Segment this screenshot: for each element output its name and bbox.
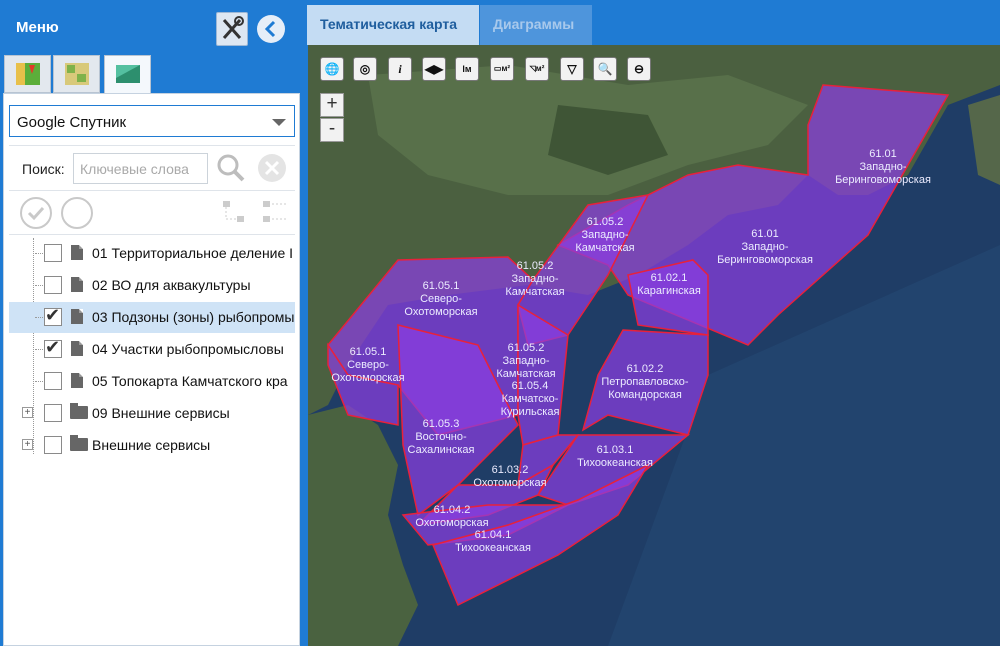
right-panel: Тематическая карта Диаграммы 61.01 Запад… bbox=[303, 0, 1000, 646]
layer-label: 04 Участки рыбопромысловы bbox=[92, 341, 284, 357]
tree-expand-icon bbox=[223, 201, 244, 222]
search-area: Поиск: bbox=[9, 145, 295, 191]
globe-icon[interactable]: 🌐 bbox=[320, 57, 344, 81]
zoom-out-button[interactable]: - bbox=[320, 118, 344, 142]
tree-connector bbox=[35, 381, 43, 382]
zoom-reset-icon[interactable]: ⊖ bbox=[627, 57, 651, 81]
search-input[interactable] bbox=[73, 153, 208, 184]
chevron-down-icon bbox=[272, 119, 286, 126]
pan-icon[interactable]: ◀▶ bbox=[422, 57, 446, 81]
tab-layers[interactable] bbox=[104, 55, 151, 94]
layer-label: 02 ВО для аквакультуры bbox=[92, 277, 251, 293]
uncheck-all-button[interactable] bbox=[61, 197, 93, 229]
close-icon bbox=[258, 154, 286, 182]
tab-atlas[interactable] bbox=[53, 55, 100, 93]
collapse-panel-button[interactable] bbox=[257, 15, 285, 43]
layer-label: 05 Топокарта Камчатского кра bbox=[92, 373, 288, 389]
app-window: Меню Google Спутник Поиск: Ключевые слов… bbox=[0, 0, 1000, 646]
tree-row-09[interactable]: + 09 Внешние сервисы bbox=[9, 398, 295, 429]
layer-checkbox[interactable] bbox=[44, 305, 62, 326]
layer-checkbox[interactable] bbox=[44, 276, 62, 294]
search-button[interactable] bbox=[215, 152, 247, 184]
expand-tree-button[interactable] bbox=[219, 197, 249, 227]
left-panel: Меню Google Спутник Поиск: Ключевые слов… bbox=[0, 0, 303, 646]
document-icon bbox=[71, 341, 83, 356]
layer-tree: 01 Территориальное деление I 02 ВО для а… bbox=[9, 238, 295, 638]
info-icon[interactable]: i bbox=[388, 57, 412, 81]
check-all-button[interactable] bbox=[20, 197, 52, 229]
map-icon bbox=[16, 63, 40, 85]
measure-area-icon[interactable]: ▭м² bbox=[490, 57, 514, 81]
tab-thematic-map[interactable]: Тематическая карта bbox=[307, 5, 479, 45]
filter-icon[interactable]: ▽ bbox=[560, 57, 584, 81]
atlas-icon bbox=[65, 63, 89, 85]
basemap-select[interactable]: Google Спутник bbox=[9, 105, 295, 137]
tree-row-01[interactable]: 01 Территориальное деление I bbox=[9, 238, 295, 269]
layer-checkbox[interactable] bbox=[44, 372, 62, 390]
menu-title: Меню bbox=[16, 19, 59, 36]
tree-toolbar bbox=[9, 191, 295, 235]
document-icon bbox=[71, 309, 83, 324]
tree-connector bbox=[35, 285, 43, 286]
tree-row-02[interactable]: 02 ВО для аквакультуры bbox=[9, 270, 295, 301]
search-label: Поиск: bbox=[22, 161, 65, 177]
collapse-tree-button[interactable] bbox=[259, 197, 289, 227]
tree-row-05[interactable]: 05 Топокарта Камчатского кра bbox=[9, 366, 295, 397]
tools-button[interactable] bbox=[216, 12, 248, 46]
layer-label: 03 Подзоны (зоны) рыбопромы bbox=[92, 309, 295, 325]
chevron-left-icon bbox=[264, 20, 276, 38]
left-panel-header: Меню bbox=[0, 0, 303, 54]
basemap-select-value: Google Спутник bbox=[17, 114, 127, 131]
layer-label: 09 Внешние сервисы bbox=[92, 405, 230, 421]
clear-search-button[interactable] bbox=[257, 153, 287, 183]
tree-connector bbox=[35, 349, 43, 350]
layers-icon bbox=[116, 65, 140, 83]
tree-connector bbox=[35, 253, 43, 254]
layer-checkbox[interactable] bbox=[44, 436, 62, 454]
expand-icon[interactable]: + bbox=[22, 439, 33, 450]
zoom-out-area-icon[interactable]: 🔍 bbox=[593, 57, 617, 81]
wrench-icon bbox=[222, 16, 244, 39]
folder-icon bbox=[70, 403, 88, 419]
tree-row-03[interactable]: 03 Подзоны (зоны) рыбопромы bbox=[9, 302, 295, 333]
folder-icon bbox=[70, 435, 88, 451]
layer-label: 01 Территориальное деление I bbox=[92, 245, 294, 261]
layer-label: Внешние сервисы bbox=[92, 437, 211, 453]
tree-connector bbox=[35, 317, 43, 318]
target-icon[interactable]: ◎ bbox=[353, 57, 377, 81]
zoom-in-button[interactable]: + bbox=[320, 93, 344, 117]
measure-length-icon[interactable]: lм bbox=[455, 57, 479, 81]
layer-checkbox[interactable] bbox=[44, 244, 62, 262]
expand-icon[interactable]: + bbox=[22, 407, 33, 418]
tree-row-external[interactable]: + Внешние сервисы bbox=[9, 430, 295, 461]
tab-map[interactable] bbox=[4, 55, 51, 93]
document-icon bbox=[71, 245, 83, 260]
map-canvas[interactable]: 61.01 Западно-Беринговоморская 61.01 Запад… bbox=[308, 45, 1000, 646]
tab-charts[interactable]: Диаграммы bbox=[480, 5, 592, 45]
search-icon bbox=[217, 154, 245, 182]
tree-row-04[interactable]: 04 Участки рыбопромысловы bbox=[9, 334, 295, 365]
document-icon bbox=[71, 373, 83, 388]
check-icon bbox=[27, 206, 45, 221]
measure-polygon-icon[interactable]: ◹м² bbox=[525, 57, 549, 81]
tree-collapse-icon bbox=[263, 201, 287, 222]
document-icon bbox=[71, 277, 83, 292]
layers-panel: Google Спутник Поиск: Ключевые слова 01 … bbox=[3, 93, 300, 646]
layer-checkbox[interactable] bbox=[44, 404, 62, 422]
map-svg: 61.01 Западно-Беринговоморская 61.01 Запад… bbox=[308, 45, 1000, 646]
layer-checkbox[interactable] bbox=[44, 337, 62, 358]
